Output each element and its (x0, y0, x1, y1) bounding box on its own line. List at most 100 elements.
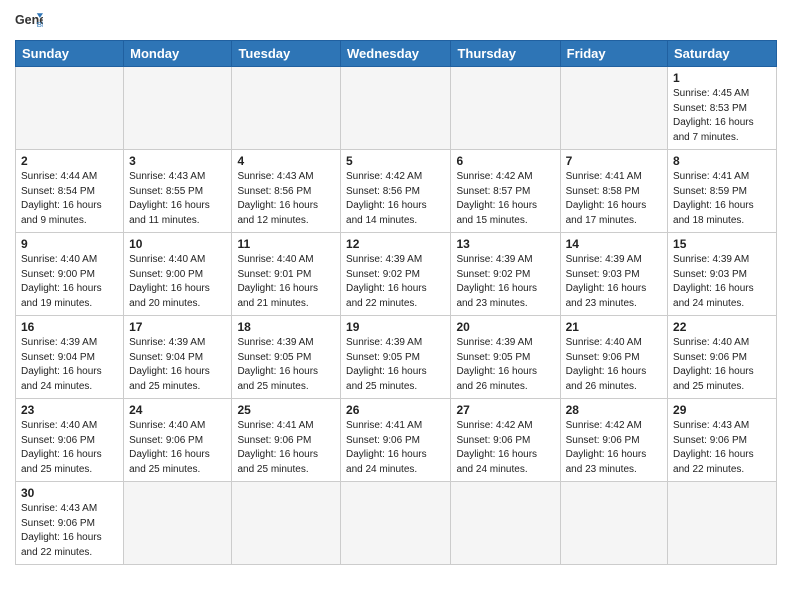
day-info: Sunrise: 4:40 AM Sunset: 9:06 PM Dayligh… (673, 336, 771, 394)
calendar-cell (451, 482, 560, 565)
calendar-cell: 28 Sunrise: 4:42 AM Sunset: 9:06 PM Dayli… (560, 399, 667, 482)
day-number: 7 (566, 154, 662, 168)
calendar-cell: 29Sunrise: 4:43 AM Sunset: 9:06 PM Dayli… (668, 399, 777, 482)
calendar-cell: 3Sunrise: 4:43 AM Sunset: 8:55 PM Daylig… (124, 150, 232, 233)
day-number: 6 (456, 154, 554, 168)
calendar-cell: 25 Sunrise: 4:41 AM Sunset: 9:06 PM Dayli… (232, 399, 341, 482)
calendar-cell: 24Sunrise: 4:40 AM Sunset: 9:06 PM Dayli… (124, 399, 232, 482)
weekday-header-tuesday: Tuesday (232, 41, 341, 67)
calendar-cell (341, 67, 451, 150)
calendar-cell: 21 Sunrise: 4:40 AM Sunset: 9:06 PM Dayli… (560, 316, 667, 399)
day-info: Sunrise: 4:39 AM Sunset: 9:05 PM Dayligh… (456, 336, 554, 394)
weekday-header-thursday: Thursday (451, 41, 560, 67)
calendar-cell (232, 482, 341, 565)
weekday-header-wednesday: Wednesday (341, 41, 451, 67)
day-number: 20 (456, 320, 554, 334)
weekday-header-monday: Monday (124, 41, 232, 67)
calendar-cell: 16 Sunrise: 4:39 AM Sunset: 9:04 PM Dayli… (16, 316, 124, 399)
day-info: Sunrise: 4:43 AM Sunset: 9:06 PM Dayligh… (21, 502, 118, 560)
day-info: Sunrise: 4:40 AM Sunset: 9:00 PM Dayligh… (129, 253, 226, 311)
day-number: 12 (346, 237, 445, 251)
day-info: Sunrise: 4:43 AM Sunset: 8:56 PM Dayligh… (237, 170, 335, 228)
calendar-cell: 8 Sunrise: 4:41 AM Sunset: 8:59 PM Daylig… (668, 150, 777, 233)
day-number: 17 (129, 320, 226, 334)
week-row-0: 1 Sunrise: 4:45 AM Sunset: 8:53 PM Daylig… (16, 67, 777, 150)
generalblue-logo-icon: General Blue (15, 10, 43, 32)
calendar-cell: 1 Sunrise: 4:45 AM Sunset: 8:53 PM Daylig… (668, 67, 777, 150)
week-row-1: 2Sunrise: 4:44 AM Sunset: 8:54 PM Daylig… (16, 150, 777, 233)
weekday-header-row: SundayMondayTuesdayWednesdayThursdayFrid… (16, 41, 777, 67)
weekday-header-sunday: Sunday (16, 41, 124, 67)
day-number: 14 (566, 237, 662, 251)
calendar-cell: 12 Sunrise: 4:39 AM Sunset: 9:02 PM Dayli… (341, 233, 451, 316)
calendar-cell: 20 Sunrise: 4:39 AM Sunset: 9:05 PM Dayli… (451, 316, 560, 399)
day-info: Sunrise: 4:40 AM Sunset: 9:06 PM Dayligh… (566, 336, 662, 394)
calendar-cell: 11 Sunrise: 4:40 AM Sunset: 9:01 PM Dayli… (232, 233, 341, 316)
calendar-cell: 14 Sunrise: 4:39 AM Sunset: 9:03 PM Dayli… (560, 233, 667, 316)
page-header: General Blue (15, 10, 777, 32)
day-info: Sunrise: 4:39 AM Sunset: 9:05 PM Dayligh… (237, 336, 335, 394)
day-info: Sunrise: 4:41 AM Sunset: 9:06 PM Dayligh… (346, 419, 445, 477)
calendar-cell: 9 Sunrise: 4:40 AM Sunset: 9:00 PM Daylig… (16, 233, 124, 316)
day-info: Sunrise: 4:42 AM Sunset: 8:57 PM Dayligh… (456, 170, 554, 228)
day-number: 16 (21, 320, 118, 334)
day-number: 11 (237, 237, 335, 251)
calendar-cell: 4Sunrise: 4:43 AM Sunset: 8:56 PM Daylig… (232, 150, 341, 233)
day-info: Sunrise: 4:40 AM Sunset: 9:00 PM Dayligh… (21, 253, 118, 311)
weekday-header-friday: Friday (560, 41, 667, 67)
day-info: Sunrise: 4:39 AM Sunset: 9:02 PM Dayligh… (346, 253, 445, 311)
weekday-header-saturday: Saturday (668, 41, 777, 67)
day-info: Sunrise: 4:42 AM Sunset: 9:06 PM Dayligh… (456, 419, 554, 477)
calendar-cell (560, 67, 667, 150)
day-info: Sunrise: 4:42 AM Sunset: 8:56 PM Dayligh… (346, 170, 445, 228)
day-info: Sunrise: 4:45 AM Sunset: 8:53 PM Dayligh… (673, 87, 771, 145)
day-number: 25 (237, 403, 335, 417)
day-number: 22 (673, 320, 771, 334)
day-info: Sunrise: 4:41 AM Sunset: 8:59 PM Dayligh… (673, 170, 771, 228)
calendar-cell: 26 Sunrise: 4:41 AM Sunset: 9:06 PM Dayli… (341, 399, 451, 482)
day-number: 5 (346, 154, 445, 168)
day-info: Sunrise: 4:39 AM Sunset: 9:03 PM Dayligh… (566, 253, 662, 311)
week-row-4: 23 Sunrise: 4:40 AM Sunset: 9:06 PM Dayli… (16, 399, 777, 482)
day-number: 2 (21, 154, 118, 168)
day-info: Sunrise: 4:42 AM Sunset: 9:06 PM Dayligh… (566, 419, 662, 477)
week-row-3: 16 Sunrise: 4:39 AM Sunset: 9:04 PM Dayli… (16, 316, 777, 399)
day-number: 26 (346, 403, 445, 417)
svg-text:Blue: Blue (37, 20, 43, 29)
calendar-cell (124, 482, 232, 565)
day-number: 29 (673, 403, 771, 417)
calendar-cell: 2Sunrise: 4:44 AM Sunset: 8:54 PM Daylig… (16, 150, 124, 233)
day-info: Sunrise: 4:39 AM Sunset: 9:04 PM Dayligh… (21, 336, 118, 394)
day-number: 27 (456, 403, 554, 417)
calendar-cell: 18Sunrise: 4:39 AM Sunset: 9:05 PM Dayli… (232, 316, 341, 399)
day-info: Sunrise: 4:41 AM Sunset: 9:06 PM Dayligh… (237, 419, 335, 477)
calendar-cell: 15 Sunrise: 4:39 AM Sunset: 9:03 PM Dayli… (668, 233, 777, 316)
calendar-cell: 13 Sunrise: 4:39 AM Sunset: 9:02 PM Dayli… (451, 233, 560, 316)
day-number: 1 (673, 71, 771, 85)
calendar-cell: 5 Sunrise: 4:42 AM Sunset: 8:56 PM Daylig… (341, 150, 451, 233)
day-number: 15 (673, 237, 771, 251)
week-row-5: 30Sunrise: 4:43 AM Sunset: 9:06 PM Dayli… (16, 482, 777, 565)
logo: General Blue (15, 10, 47, 32)
day-info: Sunrise: 4:40 AM Sunset: 9:01 PM Dayligh… (237, 253, 335, 311)
day-number: 28 (566, 403, 662, 417)
calendar-cell: 19Sunrise: 4:39 AM Sunset: 9:05 PM Dayli… (341, 316, 451, 399)
day-number: 21 (566, 320, 662, 334)
calendar-cell (341, 482, 451, 565)
calendar-table: SundayMondayTuesdayWednesdayThursdayFrid… (15, 40, 777, 565)
calendar-cell: 27 Sunrise: 4:42 AM Sunset: 9:06 PM Dayli… (451, 399, 560, 482)
day-info: Sunrise: 4:40 AM Sunset: 9:06 PM Dayligh… (21, 419, 118, 477)
calendar-cell: 30Sunrise: 4:43 AM Sunset: 9:06 PM Dayli… (16, 482, 124, 565)
day-info: Sunrise: 4:39 AM Sunset: 9:05 PM Dayligh… (346, 336, 445, 394)
day-number: 3 (129, 154, 226, 168)
day-number: 13 (456, 237, 554, 251)
calendar-cell (124, 67, 232, 150)
day-number: 10 (129, 237, 226, 251)
day-info: Sunrise: 4:39 AM Sunset: 9:03 PM Dayligh… (673, 253, 771, 311)
day-number: 8 (673, 154, 771, 168)
week-row-2: 9 Sunrise: 4:40 AM Sunset: 9:00 PM Daylig… (16, 233, 777, 316)
day-info: Sunrise: 4:39 AM Sunset: 9:02 PM Dayligh… (456, 253, 554, 311)
calendar-cell: 23 Sunrise: 4:40 AM Sunset: 9:06 PM Dayli… (16, 399, 124, 482)
day-number: 23 (21, 403, 118, 417)
day-number: 9 (21, 237, 118, 251)
